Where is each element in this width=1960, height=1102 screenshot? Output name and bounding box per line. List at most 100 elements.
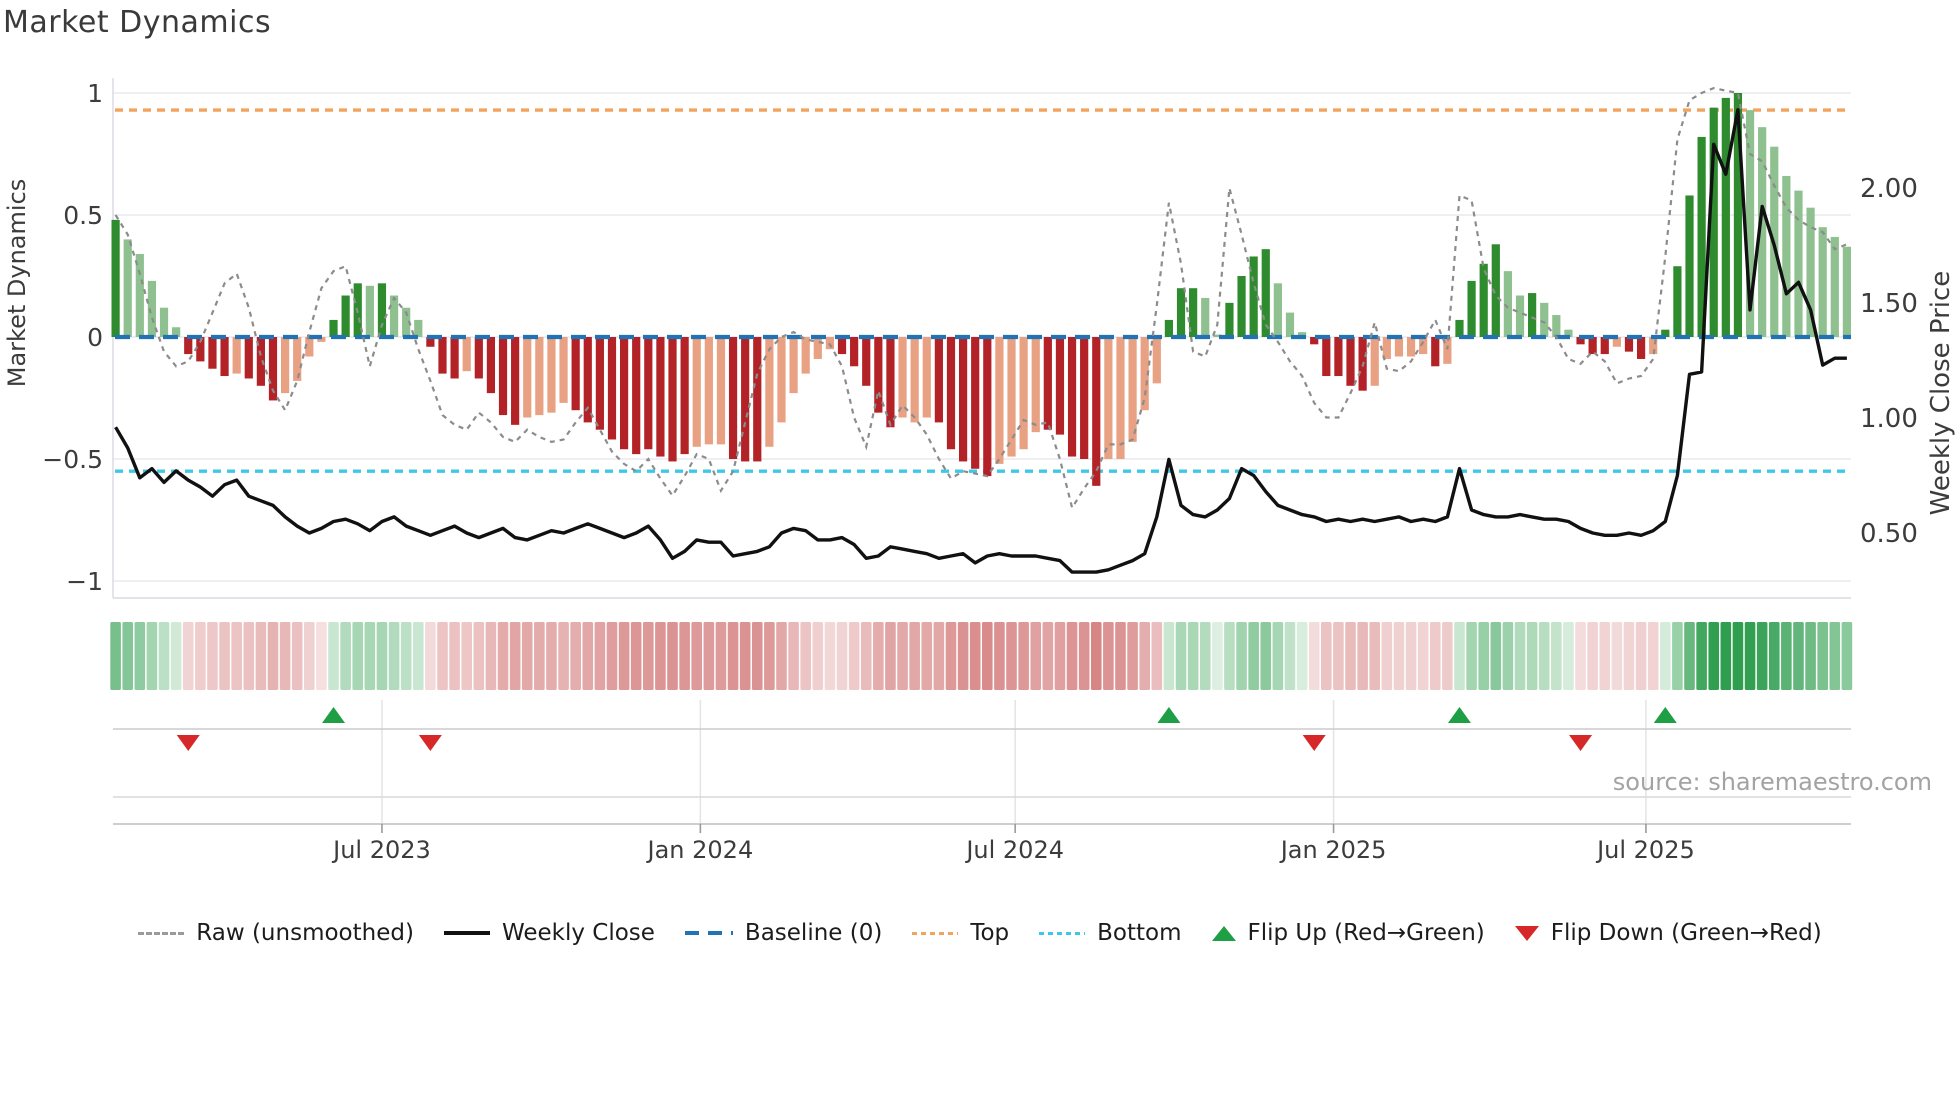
oscillator-bar: [995, 337, 1004, 464]
heatmap-cell: [1526, 622, 1538, 690]
oscillator-bar: [862, 337, 871, 386]
oscillator-bar: [1031, 337, 1040, 433]
heatmap-cell: [1756, 622, 1768, 690]
flip-up-marker: [322, 707, 346, 723]
flip-up-marker: [1447, 707, 1471, 723]
heatmap-cell: [1563, 622, 1574, 690]
oscillator-bar: [1830, 236, 1839, 337]
heatmap-cell: [1611, 622, 1623, 690]
heatmap-cell: [679, 622, 690, 690]
heatmap-cell: [1236, 622, 1247, 690]
oscillator-bar: [716, 337, 726, 445]
oscillator-bar: [1067, 337, 1077, 457]
heatmap-cell: [158, 622, 170, 690]
heatmap-cell: [1321, 622, 1332, 690]
heatmap-cell: [776, 622, 787, 690]
oscillator-bar: [934, 337, 943, 423]
heatmap-cell: [727, 622, 739, 690]
heatmap-cell: [170, 622, 182, 690]
oscillator-bar: [1455, 319, 1464, 337]
oscillator-bar: [777, 337, 786, 423]
heatmap-cell: [388, 622, 400, 690]
heatmap-cell: [848, 622, 860, 690]
heatmap-cell: [122, 622, 134, 690]
heatmap-cell: [534, 622, 545, 690]
heatmap-cell: [1805, 622, 1816, 690]
heatmap-cell: [1781, 622, 1792, 690]
heatmap-cell: [715, 622, 727, 690]
oscillator-bar: [1685, 195, 1694, 337]
svg-text:0.5: 0.5: [63, 201, 103, 230]
oscillator-bar: [825, 337, 835, 350]
heatmap-cell: [1224, 622, 1235, 690]
heatmap-cell: [751, 622, 763, 690]
heatmap-cell: [982, 622, 993, 690]
oscillator-bar: [898, 337, 907, 418]
flip-down-marker: [1302, 735, 1326, 751]
oscillator-bar: [1406, 337, 1416, 357]
heatmap-cell: [219, 622, 230, 690]
oscillator-bar: [1346, 337, 1355, 386]
heatmap-cell: [146, 622, 158, 690]
heatmap-cell: [1199, 622, 1211, 690]
legend-item-triup: Flip Up (Red→Green): [1211, 920, 1485, 946]
heatmap-cell: [909, 622, 920, 690]
legend-label: Bottom: [1097, 920, 1182, 946]
oscillator-bar: [850, 337, 859, 367]
svg-text:−0.5: −0.5: [42, 445, 103, 474]
heatmap-cell: [667, 622, 678, 690]
heatmap-cell: [582, 622, 594, 690]
heatmap-cell: [279, 622, 291, 690]
heatmap-cell: [606, 622, 618, 690]
oscillator-bar: [1055, 337, 1065, 435]
svg-text:0: 0: [87, 323, 103, 352]
oscillator-bar: [704, 337, 713, 445]
heatmap-cell: [400, 622, 412, 690]
oscillator-bar: [232, 337, 241, 374]
heatmap-strip: [110, 622, 1853, 690]
oscillator-bars: [111, 93, 1852, 486]
heatmap-cell: [1066, 622, 1078, 690]
heatmap-cell: [812, 622, 824, 690]
oscillator-bar: [741, 337, 750, 462]
oscillator-bar: [983, 337, 992, 477]
oscillator-bar: [1552, 315, 1561, 337]
heatmap-cell: [1405, 622, 1417, 690]
heatmap-cell: [643, 622, 654, 690]
heatmap-cell: [860, 622, 872, 690]
legend-label: Flip Down (Green→Red): [1550, 920, 1822, 946]
oscillator-bar: [644, 337, 653, 450]
heatmap-cell: [304, 622, 315, 690]
oscillator-bar: [462, 337, 471, 372]
heatmap-cell: [1163, 622, 1175, 690]
oscillator-bar: [1116, 337, 1125, 459]
oscillator-bar: [692, 337, 701, 447]
oscillator-bar: [1261, 249, 1270, 337]
oscillator-bar: [389, 295, 399, 337]
oscillator-bar: [1237, 276, 1246, 337]
heatmap-cell: [328, 622, 339, 690]
oscillator-bar: [1201, 297, 1210, 337]
heatmap-cell: [1829, 622, 1841, 690]
legend-label: Weekly Close: [501, 920, 655, 946]
heatmap-cell: [1090, 622, 1102, 690]
oscillator-bar: [958, 337, 968, 462]
oscillator-bar: [1370, 337, 1379, 386]
oscillator-bar: [1467, 280, 1476, 337]
oscillator-bar: [1540, 302, 1549, 337]
oscillator-bar: [341, 295, 350, 337]
oscillator-bar: [1225, 302, 1234, 337]
oscillator-bar: [1673, 266, 1682, 337]
heatmap-cell: [1551, 622, 1562, 690]
svg-text:1.00: 1.00: [1860, 404, 1918, 434]
legend-item-dotcyan: Bottom: [1039, 920, 1182, 946]
heatmap-cell: [1708, 622, 1720, 690]
chart-figure: Market Dynamics Market Dynamics Weekly C…: [0, 0, 1960, 1102]
heatmap-cell: [558, 622, 569, 690]
heatmap-cell: [1042, 622, 1054, 690]
heatmap-cell: [291, 622, 303, 690]
heatmap-cell: [655, 622, 666, 690]
heatmap-cell: [340, 622, 351, 690]
heatmap-cell: [1308, 622, 1320, 690]
marker-rows: [113, 700, 1851, 825]
